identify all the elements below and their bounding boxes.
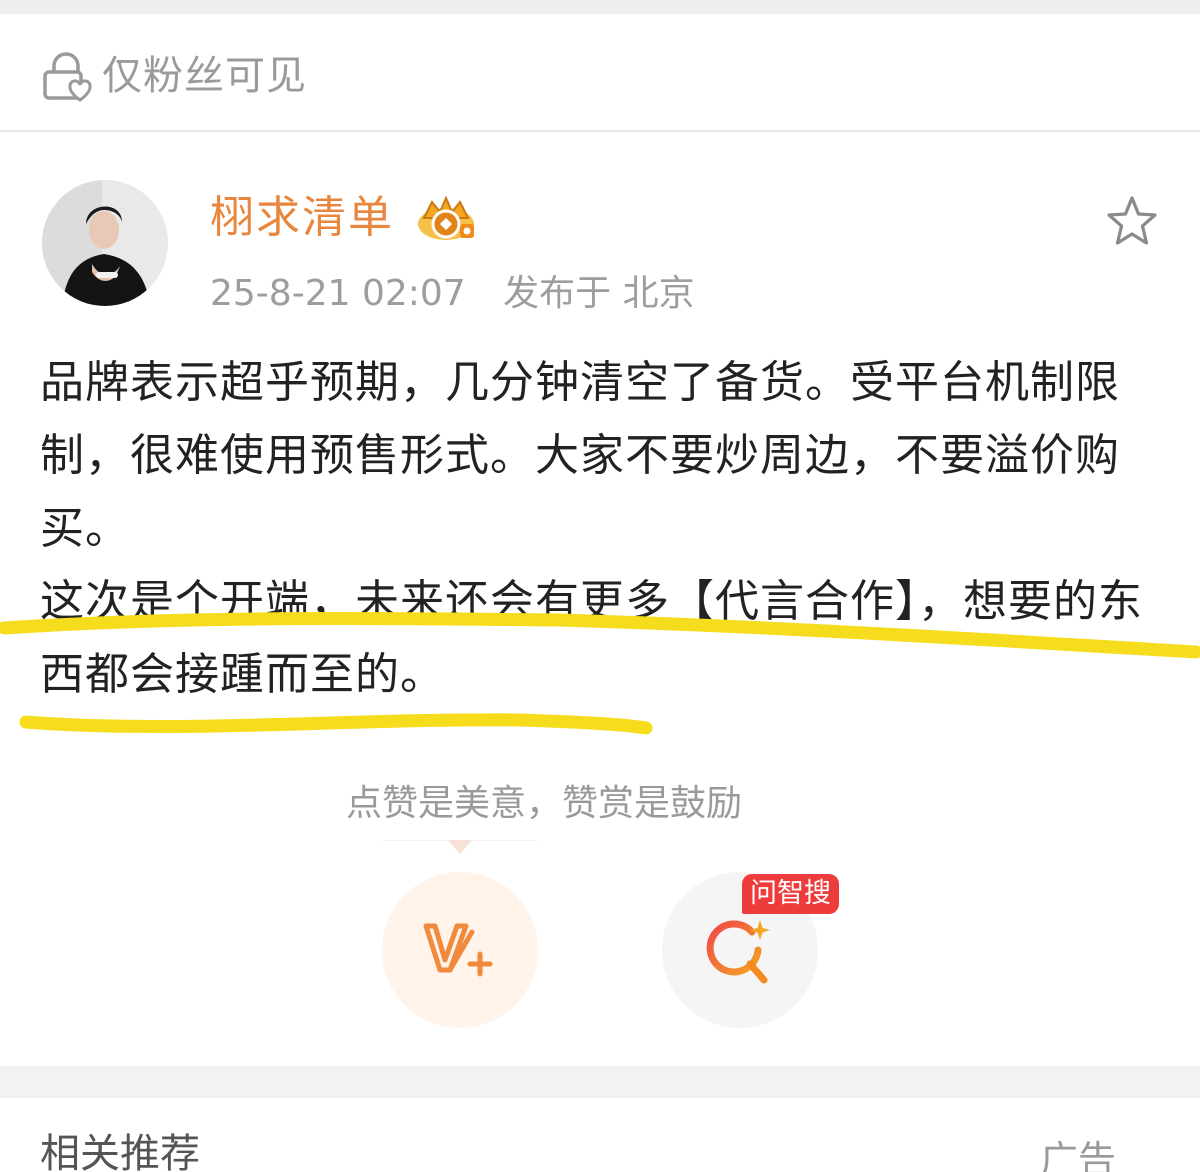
section-separator (0, 1066, 1200, 1098)
lock-fans-icon (43, 52, 92, 102)
star-icon[interactable] (1104, 194, 1160, 250)
reward-hint: 点赞是美意，赞赏是鼓励 (346, 783, 743, 824)
ad-label: 广告 (1040, 1138, 1117, 1172)
visibility-bar: 仅粉丝可见 (0, 14, 1200, 132)
post-content: 品牌表示超乎预期，几分钟清空了备货。受平台机制限制，很难使用预售形式。大家不要炒… (40, 346, 1164, 711)
author-name[interactable]: 栩求清单 (210, 190, 394, 246)
post-meta: 25-8-21 02:07 发布于 北京 (210, 272, 721, 316)
top-strip (0, 0, 1200, 14)
visibility-label: 仅粉丝可见 (102, 53, 307, 99)
vplus-reward-button[interactable] (382, 872, 538, 1028)
avatar[interactable] (42, 180, 168, 306)
ai-search-icon (706, 920, 770, 984)
post-location: 发布于 北京 (503, 273, 695, 314)
avatar-image (42, 180, 168, 306)
related-recommendations: 相关推荐 广告 (0, 1098, 1200, 1172)
post-paragraph-1: 品牌表示超乎预期，几分钟清空了备货。受平台机制限制，很难使用预售形式。大家不要炒… (40, 357, 1120, 554)
highlight-underline-2 (19, 713, 653, 735)
related-title: 相关推荐 (40, 1131, 200, 1172)
crown-badge-icon (418, 195, 474, 240)
post-card: 栩求清单 25-8-21 02:07 发布于 北京 品牌表示超乎预期，几分钟清空… (0, 132, 1200, 1066)
tip-pointer (382, 840, 538, 854)
vplus-icon (423, 923, 493, 977)
post-timestamp: 25-8-21 02:07 (210, 273, 466, 314)
ask-ai-badge[interactable]: 问智搜 (742, 874, 839, 914)
post-paragraph-2: 这次是个开端，未来还会有更多【代言合作】，想要的东西都会接踵而至的。 (40, 576, 1143, 700)
